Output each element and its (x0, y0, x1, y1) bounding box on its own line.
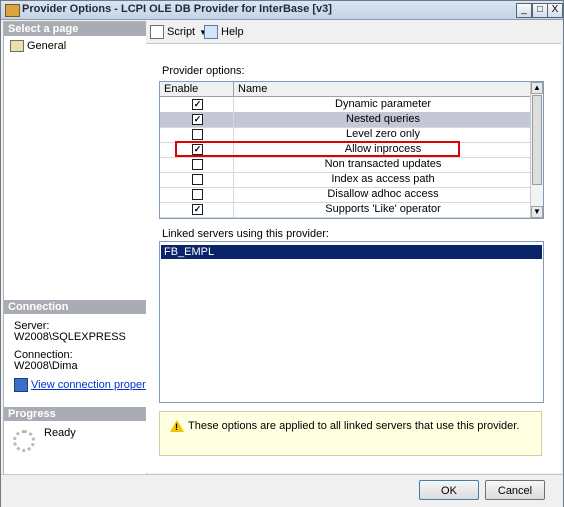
provider-options-window: Provider Options - LCPI OLE DB Provider … (0, 0, 564, 507)
help-icon (204, 25, 218, 39)
minimize-button[interactable]: _ (516, 3, 532, 18)
script-button[interactable]: Script ▼ (150, 25, 207, 39)
ok-button[interactable]: OK (419, 480, 479, 500)
window-title: Provider Options - LCPI OLE DB Provider … (22, 3, 332, 15)
option-name: Level zero only (346, 128, 420, 140)
view-connection-properties-link[interactable]: View connection properties (31, 379, 163, 391)
page-item-general[interactable]: General (10, 39, 66, 53)
option-name: Index as access path (331, 173, 435, 185)
help-label: Help (221, 26, 244, 38)
scroll-up-icon[interactable]: ▲ (531, 82, 543, 94)
option-name: Non transacted updates (324, 158, 442, 170)
button-bar: OK Cancel (1, 474, 563, 507)
left-pane: Select a page General Connection Server:… (3, 21, 163, 475)
column-header-enable[interactable]: Enable (160, 82, 234, 97)
connection-properties-icon (14, 378, 28, 392)
select-page-header: Select a page (4, 22, 146, 36)
table-row[interactable]: ✓ Supports 'Like' operator (160, 202, 532, 218)
enable-checkbox[interactable]: ✓ (192, 99, 203, 110)
provider-options-label: Provider options: (162, 65, 245, 77)
toolbar: Script ▼ Help (146, 21, 561, 44)
linked-servers-list[interactable]: FB_EMPL (159, 241, 544, 403)
progress-spinner-icon (13, 430, 35, 452)
scroll-down-icon[interactable]: ▼ (531, 206, 543, 218)
app-icon (5, 4, 20, 17)
page-icon (10, 40, 24, 52)
grid-scrollbar[interactable]: ▲ ▼ (530, 82, 543, 218)
option-name: Dynamic parameter (335, 98, 431, 110)
enable-checkbox[interactable] (192, 174, 203, 185)
script-label: Script (167, 26, 196, 38)
info-panel: ! These options are applied to all linke… (159, 411, 542, 456)
enable-cell: ✓ (160, 202, 234, 217)
table-row[interactable]: ✓ Dynamic parameter (160, 97, 532, 113)
enable-cell (160, 187, 234, 202)
enable-checkbox[interactable] (192, 159, 203, 170)
maximize-button[interactable]: □ (532, 3, 548, 18)
list-item[interactable]: FB_EMPL (161, 245, 542, 259)
enable-cell (160, 172, 234, 187)
connection-header: Connection (4, 300, 146, 314)
enable-cell (160, 157, 234, 172)
enable-checkbox[interactable]: ✓ (192, 204, 203, 215)
table-row[interactable]: Index as access path (160, 172, 532, 188)
enable-checkbox[interactable] (192, 189, 203, 200)
info-message: These options are applied to all linked … (188, 420, 520, 432)
enable-cell: ✓ (160, 97, 234, 112)
enable-checkbox[interactable] (192, 129, 203, 140)
progress-status: Ready (44, 427, 76, 439)
help-button[interactable]: Help (204, 25, 244, 39)
table-row[interactable]: Non transacted updates (160, 157, 532, 173)
script-icon (150, 25, 164, 39)
option-name: Disallow adhoc access (327, 188, 439, 200)
column-header-name[interactable]: Name (234, 82, 532, 97)
highlight-box (175, 141, 460, 157)
view-connection-properties[interactable]: View connection properties (14, 378, 163, 392)
cancel-button[interactable]: Cancel (485, 480, 545, 500)
enable-cell: ✓ (160, 112, 234, 127)
close-button[interactable]: X (547, 3, 563, 18)
enable-checkbox[interactable]: ✓ (192, 114, 203, 125)
connection-value: W2008\Dima (14, 360, 78, 372)
option-name: Supports 'Like' operator (325, 203, 441, 215)
linked-servers-label: Linked servers using this provider: (162, 228, 329, 240)
table-row[interactable]: ✓ Nested queries (160, 112, 532, 128)
enable-cell (160, 127, 234, 142)
option-name: Nested queries (346, 113, 420, 125)
page-item-label: General (27, 40, 67, 52)
server-value: W2008\SQLEXPRESS (14, 331, 126, 343)
table-row[interactable]: Disallow adhoc access (160, 187, 532, 203)
title-bar[interactable]: Provider Options - LCPI OLE DB Provider … (1, 1, 563, 20)
scroll-thumb[interactable] (532, 95, 542, 185)
progress-header: Progress (4, 407, 146, 421)
